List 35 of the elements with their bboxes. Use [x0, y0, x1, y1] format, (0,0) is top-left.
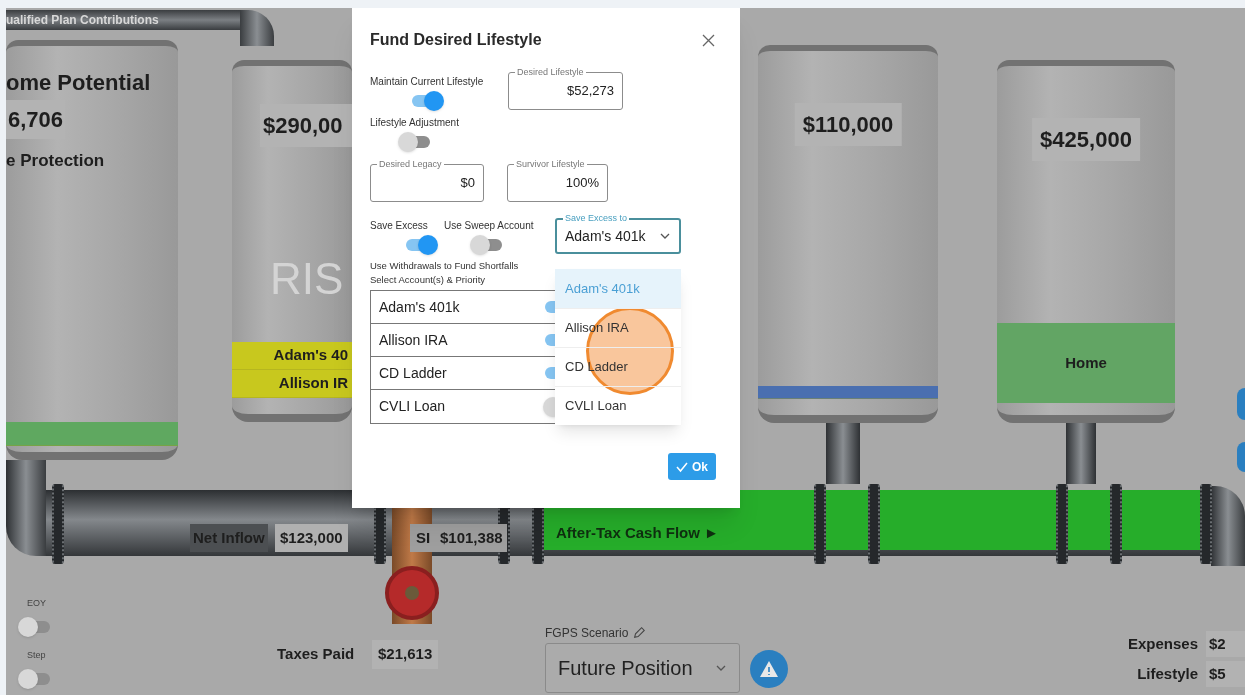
total-label: Lifestyle [1137, 663, 1198, 684]
total-label: Expenses [1127, 633, 1198, 654]
note-text: Select Account(s) & Priority [370, 273, 487, 287]
pipe-value: $123,000 [275, 524, 348, 552]
tank-segment: Home [997, 323, 1175, 403]
scenario-label: FGPS Scenario [545, 625, 629, 642]
taxes-label: Taxes Paid [277, 644, 355, 664]
toggle-label: Maintain Current Lifestyle [370, 75, 485, 89]
tank-subtitle: e Protection [6, 150, 105, 172]
tank-segment: Adam's 40 [232, 342, 352, 370]
watermark-text: RIS [270, 253, 344, 305]
switch-label: EOY [27, 597, 46, 610]
tank-segment: Allison IR [232, 370, 352, 398]
total-value: $5 [1206, 661, 1245, 687]
dialog-title: Fund Desired Lifestyle [370, 30, 542, 50]
toggle-label: Use Sweep Account [444, 219, 535, 233]
switch-label: Step [27, 649, 46, 662]
flow-label: After-Tax Cash Flow ► [556, 523, 719, 543]
tank-value: 6,706 [6, 100, 66, 139]
taxes-value: $21,613 [372, 640, 439, 669]
note-text: Use Withdrawals to Fund Shortfalls [370, 259, 520, 273]
tank-value: $290,00 [260, 104, 353, 147]
pipe-label: SI [410, 524, 436, 552]
account-name: Adam's 401k [379, 297, 460, 317]
pipe-value: $101,388 [436, 524, 507, 552]
tank-value: $425,000 [1032, 118, 1140, 161]
account-name: CVLI Loan [379, 397, 446, 416]
account-name: CD Ladder [379, 363, 447, 383]
tank-value: $110,000 [794, 103, 902, 146]
account-name: Allison IRA [379, 330, 448, 350]
toggle-label: Save Excess [370, 219, 429, 233]
tank-title: ome Potential [6, 69, 151, 97]
pipe-label: ualified Plan Contributions [6, 14, 159, 26]
toggle-label: Lifestyle Adjustment [370, 116, 460, 130]
total-value: $2 [1206, 631, 1245, 657]
